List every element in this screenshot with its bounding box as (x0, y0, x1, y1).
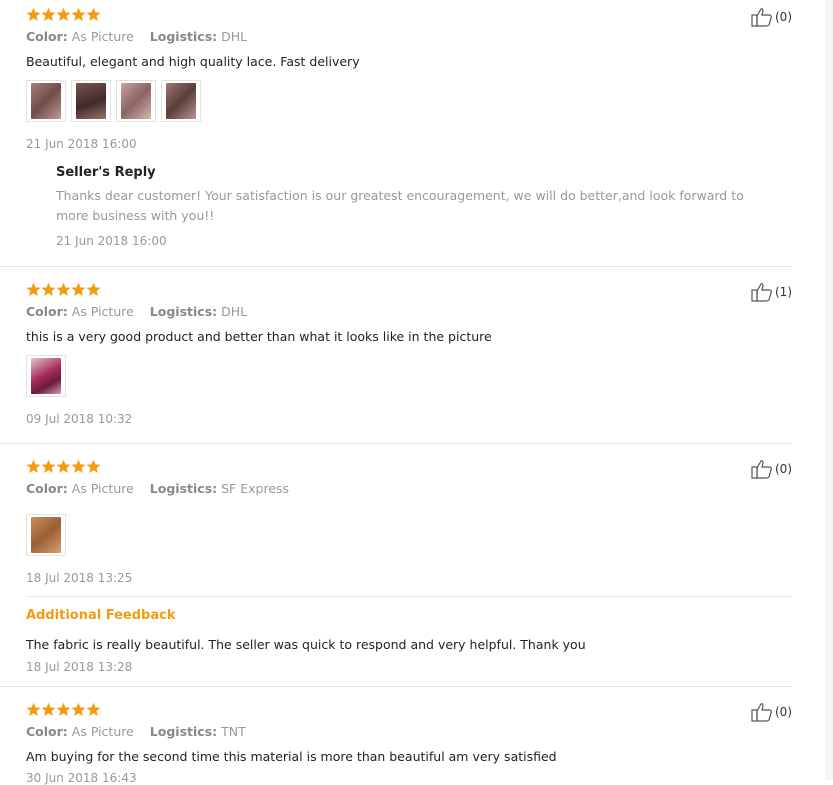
like-button[interactable]: (1) (751, 282, 792, 302)
star-icon (56, 702, 71, 717)
star-icon (71, 282, 86, 297)
review-photos (26, 355, 66, 397)
star-icon (26, 282, 41, 297)
color-label: Color: (26, 724, 68, 739)
color-value: As Picture (71, 29, 134, 44)
star-icon (71, 702, 86, 717)
review-meta: Color: As Picture Logistics: DHL (26, 304, 259, 319)
seller-reply-title: Seller's Reply (56, 165, 156, 180)
logistics-value: DHL (221, 29, 248, 44)
star-icon (56, 7, 71, 22)
scrollbar[interactable] (825, 0, 833, 780)
like-count: (0) (775, 462, 792, 476)
like-count: (0) (775, 10, 792, 24)
star-icon (26, 7, 41, 22)
like-count: (0) (775, 705, 792, 719)
star-icon (86, 7, 101, 22)
review-meta: Color: As Picture Logistics: SF Express (26, 481, 301, 496)
star-icon (86, 282, 101, 297)
star-rating (26, 282, 101, 298)
star-icon (71, 7, 86, 22)
review-photo[interactable] (71, 80, 111, 122)
like-button[interactable]: (0) (751, 459, 792, 479)
review-meta: Color: As Picture Logistics: DHL (26, 29, 259, 44)
star-icon (56, 282, 71, 297)
color-label: Color: (26, 481, 68, 496)
review-photo[interactable] (26, 355, 66, 397)
logistics-label: Logistics: (149, 481, 218, 496)
star-icon (56, 459, 71, 474)
feedback-separator (26, 596, 792, 597)
seller-reply-date: 21 Jun 2018 16:00 (56, 234, 167, 248)
review-date: 30 Jun 2018 16:43 (26, 771, 137, 785)
logistics-label: Logistics: (149, 29, 218, 44)
color-label: Color: (26, 304, 68, 319)
color-value: As Picture (71, 724, 134, 739)
review-text: Am buying for the second time this mater… (26, 749, 557, 764)
thumbs-up-icon (751, 702, 773, 722)
review-text: this is a very good product and better t… (26, 329, 492, 344)
thumbs-up-icon (751, 7, 773, 27)
star-icon (41, 702, 56, 717)
review-photo[interactable] (161, 80, 201, 122)
color-label: Color: (26, 29, 68, 44)
review-divider (0, 686, 792, 687)
star-icon (86, 702, 101, 717)
logistics-value: DHL (221, 304, 248, 319)
additional-feedback-text: The fabric is really beautiful. The sell… (26, 637, 586, 652)
review-text: Beautiful, elegant and high quality lace… (26, 54, 360, 69)
thumbs-up-icon (751, 459, 773, 479)
star-icon (26, 459, 41, 474)
review-divider (0, 443, 792, 444)
additional-feedback-title: Additional Feedback (26, 608, 176, 623)
color-value: As Picture (71, 304, 134, 319)
review-date: 21 Jun 2018 16:00 (26, 137, 137, 151)
like-count: (1) (775, 285, 792, 299)
thumbs-up-icon (751, 282, 773, 302)
review-photos (26, 80, 201, 122)
color-value: As Picture (71, 481, 134, 496)
like-button[interactable]: (0) (751, 7, 792, 27)
logistics-value: TNT (221, 724, 246, 739)
star-icon (86, 459, 101, 474)
star-icon (41, 459, 56, 474)
review-photos (26, 514, 66, 556)
additional-feedback-date: 18 Jul 2018 13:28 (26, 660, 133, 674)
review-photo[interactable] (26, 514, 66, 556)
star-icon (71, 459, 86, 474)
star-rating (26, 702, 101, 718)
logistics-value: SF Express (221, 481, 290, 496)
logistics-label: Logistics: (149, 724, 218, 739)
logistics-label: Logistics: (149, 304, 218, 319)
review-meta: Color: As Picture Logistics: TNT (26, 724, 258, 739)
review-date: 09 Jul 2018 10:32 (26, 412, 133, 426)
star-rating (26, 459, 101, 475)
review-date: 18 Jul 2018 13:25 (26, 571, 133, 585)
star-icon (26, 702, 41, 717)
star-icon (41, 282, 56, 297)
like-button[interactable]: (0) (751, 702, 792, 722)
star-rating (26, 7, 101, 23)
review-divider (0, 266, 792, 267)
star-icon (41, 7, 56, 22)
seller-reply-text: Thanks dear customer! Your satisfaction … (56, 188, 744, 223)
review-photo[interactable] (26, 80, 66, 122)
review-photo[interactable] (116, 80, 156, 122)
